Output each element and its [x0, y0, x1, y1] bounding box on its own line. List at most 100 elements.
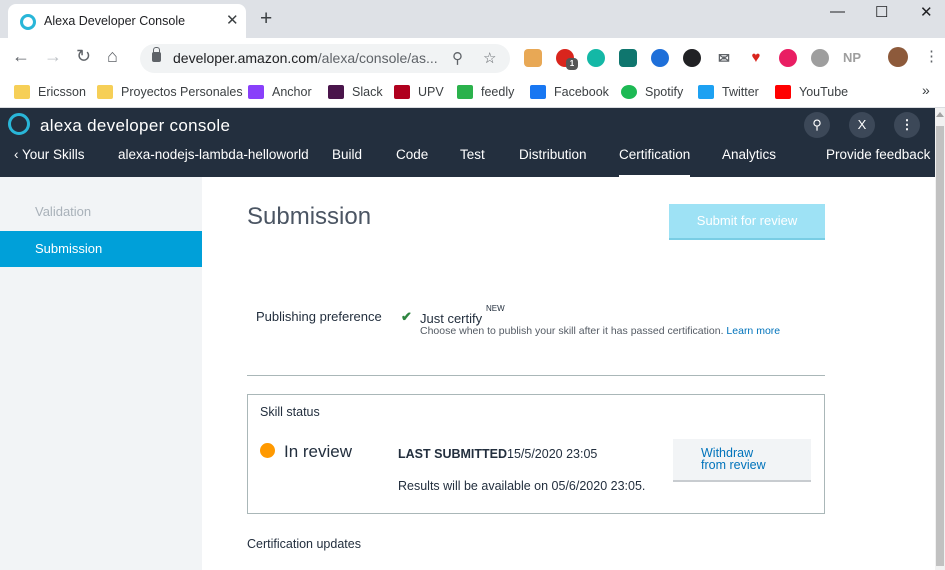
extension-icon[interactable]: [651, 49, 669, 67]
page-scrollbar[interactable]: [935, 108, 945, 570]
bookmark-label: Twitter: [722, 85, 759, 99]
address-bar[interactable]: developer.amazon.com/alexa/console/as...…: [140, 44, 510, 73]
divider: [247, 375, 825, 376]
learn-more-link[interactable]: Learn more: [726, 325, 780, 337]
bookmark-anchor[interactable]: Anchor: [248, 82, 312, 102]
slack-icon: [328, 85, 344, 99]
skill-status-panel: Skill status In review LAST SUBMITTED 15…: [247, 394, 825, 514]
bookmark-ericsson[interactable]: Ericsson: [14, 82, 86, 102]
bookmark-label: Spotify: [645, 85, 684, 99]
bookmark-star-icon[interactable]: ☆: [483, 49, 496, 67]
tab-certification[interactable]: Certification: [619, 147, 691, 178]
bookmark-facebook[interactable]: Facebook: [530, 82, 609, 102]
extension-badge: 1: [566, 58, 578, 70]
search-icon[interactable]: ⚲: [804, 112, 830, 138]
publishing-desc-text: Choose when to publish your skill after …: [420, 325, 724, 337]
spotify-icon: [621, 85, 637, 99]
window-minimize-button[interactable]: —: [830, 3, 845, 20]
user-avatar[interactable]: X: [849, 112, 875, 138]
console-title: alexa developer console: [40, 116, 231, 135]
your-skills-link[interactable]: ‹ Your Skills: [14, 147, 85, 162]
window-maximize-button[interactable]: ☐: [875, 3, 888, 21]
bookmark-label: Facebook: [554, 85, 609, 99]
bookmark-label: Slack: [352, 85, 383, 99]
bookmark-youtube[interactable]: YouTube: [775, 82, 848, 102]
new-tab-button[interactable]: +: [260, 7, 272, 31]
facebook-icon: [530, 85, 546, 99]
avatar[interactable]: [888, 47, 908, 67]
youtube-icon: [775, 85, 791, 99]
alexa-favicon-icon: [20, 14, 36, 30]
alexa-logo-icon[interactable]: [8, 113, 30, 135]
anchor-icon: [248, 85, 264, 99]
bookmark-twitter[interactable]: Twitter: [698, 82, 759, 102]
tab-build[interactable]: Build: [332, 147, 362, 162]
withdraw-label-line2: from review: [701, 458, 766, 472]
certification-updates-heading: Certification updates: [247, 537, 361, 551]
sidebar-item-submission[interactable]: Submission: [0, 231, 202, 267]
extension-icon[interactable]: [779, 49, 797, 67]
submit-for-review-button[interactable]: Submit for review: [669, 204, 825, 240]
browser-tabstrip: Alexa Developer Console ✕ + — ☐ ✕: [0, 0, 945, 38]
extension-icon[interactable]: [619, 49, 637, 67]
zoom-icon[interactable]: ⚲: [452, 49, 463, 67]
publishing-option[interactable]: Just certify: [420, 311, 482, 326]
tab-close-icon[interactable]: ✕: [226, 11, 239, 29]
browser-tab[interactable]: Alexa Developer Console ✕: [8, 4, 246, 38]
tab-distribution[interactable]: Distribution: [519, 147, 587, 162]
url-text: developer.amazon.com/alexa/console/as...: [173, 50, 438, 66]
bookmark-label: Anchor: [272, 85, 312, 99]
tab-analytics[interactable]: Analytics: [722, 147, 776, 162]
scroll-thumb[interactable]: [936, 126, 944, 566]
bookmark-upv[interactable]: UPV: [394, 82, 444, 102]
reload-icon[interactable]: ↻: [76, 46, 91, 67]
bookmarks-more-icon[interactable]: »: [922, 82, 930, 98]
download-icon[interactable]: [683, 49, 701, 67]
provide-feedback-link[interactable]: Provide feedback: [826, 147, 930, 162]
mail-icon[interactable]: ✉: [715, 49, 733, 67]
extension-icon[interactable]: [811, 49, 829, 67]
withdraw-from-review-button[interactable]: Withdraw from review: [673, 439, 811, 482]
home-icon[interactable]: ⌂: [107, 46, 118, 67]
skill-status-label: Skill status: [260, 405, 320, 419]
bookmark-label: UPV: [418, 85, 444, 99]
bookmark-slack[interactable]: Slack: [328, 82, 383, 102]
window-close-button[interactable]: ✕: [920, 3, 933, 21]
back-arrow-icon[interactable]: ←: [12, 46, 30, 67]
lock-icon: [152, 47, 161, 62]
last-submitted-value: 15/5/2020 23:05: [507, 447, 598, 461]
bookmarks-bar: Ericsson Proyectos Personales Anchor Sla…: [0, 78, 945, 108]
bookmark-label: YouTube: [799, 85, 849, 99]
url-path: /alexa/console/as...: [317, 50, 438, 66]
skill-name: alexa-nodejs-lambda-helloworld: [118, 147, 309, 162]
upv-icon: [394, 85, 410, 99]
scroll-up-arrow-icon[interactable]: [936, 112, 944, 117]
publishing-description: Choose when to publish your skill after …: [420, 325, 780, 337]
extension-icon[interactable]: [587, 49, 605, 67]
tab-test[interactable]: Test: [460, 147, 485, 162]
bookmark-label: feedly: [481, 85, 515, 99]
profile-badge[interactable]: NP: [840, 49, 864, 67]
sidebar-item-validation[interactable]: Validation: [0, 194, 202, 230]
feedly-icon: [457, 85, 473, 99]
bookmark-label: Ericsson: [38, 85, 86, 99]
publishing-preference-label: Publishing preference: [256, 309, 382, 324]
bookmark-proyectos[interactable]: Proyectos Personales: [97, 82, 243, 102]
certification-sidebar: Validation Submission: [0, 177, 202, 570]
tab-code[interactable]: Code: [396, 147, 428, 162]
heart-icon[interactable]: ♥: [747, 49, 765, 67]
bookmark-spotify[interactable]: Spotify: [621, 82, 683, 102]
new-badge: NEW: [486, 304, 505, 313]
forward-arrow-icon[interactable]: →: [44, 46, 62, 67]
tab-title: Alexa Developer Console: [44, 14, 186, 28]
menu-kebab-icon[interactable]: ⋮: [924, 47, 939, 65]
extension-icon[interactable]: [524, 49, 542, 67]
twitter-icon: [698, 85, 714, 99]
url-host: developer.amazon.com: [173, 50, 318, 66]
browser-toolbar: ← → ↻ ⌂ developer.amazon.com/alexa/conso…: [0, 38, 945, 78]
last-submitted-label: LAST SUBMITTED: [398, 447, 508, 461]
bookmark-feedly[interactable]: feedly: [457, 82, 514, 102]
folder-icon: [14, 85, 30, 99]
more-options-icon[interactable]: ⋮: [894, 112, 920, 138]
checkmark-icon: ✔: [401, 309, 412, 324]
